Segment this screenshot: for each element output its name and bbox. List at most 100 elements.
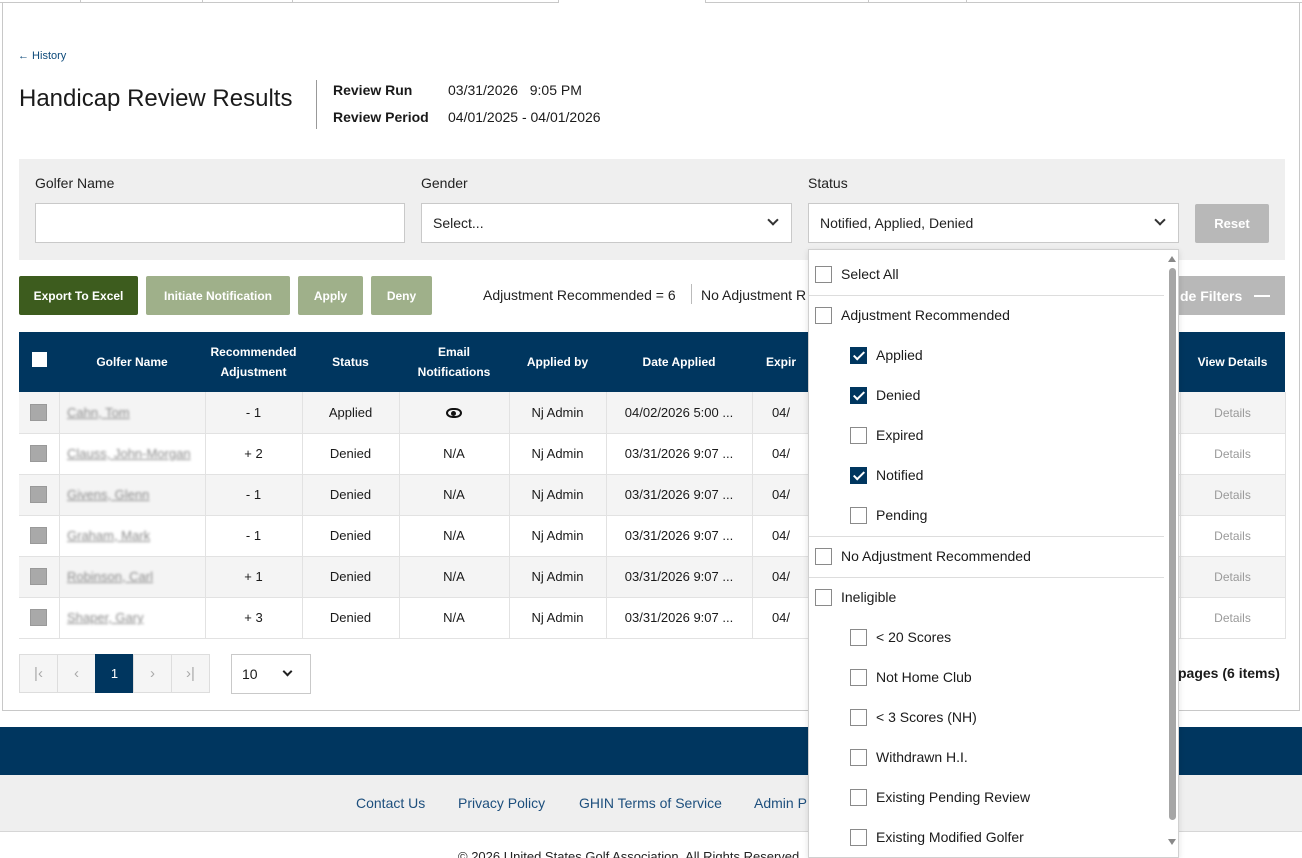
scrollbar-thumb[interactable] xyxy=(1169,268,1176,820)
golfer-name-cell[interactable]: Clauss, John-Morgan xyxy=(59,433,206,475)
export-excel-button[interactable]: Export To Excel xyxy=(19,276,138,315)
status-option[interactable]: Adjustment Recommended xyxy=(809,295,1164,335)
select-all-checkbox[interactable] xyxy=(31,351,47,367)
row-select-cell[interactable] xyxy=(19,433,60,475)
golfer-name-cell[interactable]: Robinson, Carl xyxy=(59,556,206,598)
details-cell[interactable]: Details xyxy=(1180,556,1286,598)
option-checkbox[interactable] xyxy=(850,466,867,484)
golfer-name-link[interactable]: Cahn, Tom xyxy=(67,405,197,420)
status-option[interactable]: Existing Modified Golfer xyxy=(809,817,1164,857)
option-checkbox[interactable] xyxy=(850,708,867,726)
details-link[interactable]: Details xyxy=(1214,529,1251,543)
status-option[interactable]: Denied xyxy=(809,375,1164,415)
option-checkbox[interactable] xyxy=(850,828,867,846)
option-checkbox[interactable] xyxy=(850,346,867,364)
option-checkbox[interactable] xyxy=(850,748,867,766)
footer-link-admin[interactable]: Admin P xyxy=(754,795,807,811)
row-checkbox[interactable] xyxy=(30,527,48,545)
option-checkbox[interactable] xyxy=(850,628,867,646)
select-all-header[interactable] xyxy=(19,332,59,392)
golfer-name-link[interactable]: Robinson, Carl xyxy=(67,569,197,584)
golfer-name-cell[interactable]: Cahn, Tom xyxy=(59,392,206,434)
golfer-name-link[interactable]: Shaper, Gary xyxy=(67,610,197,625)
golfer-name-link[interactable]: Givens, Glenn xyxy=(67,487,197,502)
per-page-select[interactable]: 10 xyxy=(231,654,311,694)
header-date-applied[interactable]: Date Applied xyxy=(606,332,752,392)
header-status[interactable]: Status xyxy=(302,332,399,392)
row-checkbox[interactable] xyxy=(30,445,48,463)
status-option[interactable]: < 3 Scores (NH) xyxy=(809,697,1164,737)
footer-link-privacy[interactable]: Privacy Policy xyxy=(458,795,545,811)
scroll-up-icon[interactable] xyxy=(1168,256,1176,262)
details-cell[interactable]: Details xyxy=(1180,515,1286,557)
initiate-notification-button[interactable]: Initiate Notification xyxy=(146,276,290,315)
status-option[interactable]: Select All xyxy=(809,254,1164,294)
option-checkbox[interactable] xyxy=(850,426,867,444)
status-option[interactable]: < 20 Scores xyxy=(809,617,1164,657)
option-checkbox[interactable] xyxy=(850,506,867,524)
option-checkbox[interactable] xyxy=(815,265,832,283)
row-select-cell[interactable] xyxy=(19,392,60,434)
row-select-cell[interactable] xyxy=(19,474,60,516)
details-link[interactable]: Details xyxy=(1214,406,1251,420)
status-option[interactable]: Ineligible xyxy=(809,577,1164,617)
last-page-button[interactable]: ›| xyxy=(171,654,210,693)
email-cell[interactable] xyxy=(399,392,510,434)
first-page-button[interactable]: |‹ xyxy=(19,654,58,693)
details-cell[interactable]: Details xyxy=(1180,392,1286,434)
row-checkbox[interactable] xyxy=(30,609,48,627)
row-checkbox[interactable] xyxy=(30,403,48,421)
details-link[interactable]: Details xyxy=(1214,488,1251,502)
row-select-cell[interactable] xyxy=(19,515,60,557)
option-checkbox[interactable] xyxy=(850,668,867,686)
footer-link-contact[interactable]: Contact Us xyxy=(356,795,425,811)
footer-link-terms[interactable]: GHIN Terms of Service xyxy=(579,795,722,811)
golfer-name-input[interactable] xyxy=(35,203,405,243)
row-checkbox[interactable] xyxy=(30,486,48,504)
golfer-name-cell[interactable]: Givens, Glenn xyxy=(59,474,206,516)
option-checkbox[interactable] xyxy=(850,386,867,404)
eye-icon[interactable] xyxy=(446,408,462,419)
reset-button[interactable]: Reset xyxy=(1195,204,1269,243)
details-cell[interactable]: Details xyxy=(1180,597,1286,639)
deny-button[interactable]: Deny xyxy=(371,276,432,315)
details-link[interactable]: Details xyxy=(1214,570,1251,584)
gender-select[interactable]: Select... xyxy=(421,203,792,243)
option-checkbox[interactable] xyxy=(815,588,832,606)
header-recommended-adjustment[interactable]: Recommended Adjustment xyxy=(205,332,302,392)
dropdown-scrollbar[interactable] xyxy=(1166,250,1178,857)
option-checkbox[interactable] xyxy=(850,788,867,806)
status-option[interactable]: Expired xyxy=(809,415,1164,455)
status-option[interactable]: Notified xyxy=(809,455,1164,495)
next-page-button[interactable]: › xyxy=(133,654,172,693)
row-checkbox[interactable] xyxy=(30,568,48,586)
golfer-name-link[interactable]: Clauss, John-Morgan xyxy=(67,446,197,461)
apply-button[interactable]: Apply xyxy=(298,276,363,315)
page-button-current[interactable]: 1 xyxy=(95,654,134,693)
status-option[interactable]: Applied xyxy=(809,335,1164,375)
header-applied-by[interactable]: Applied by xyxy=(509,332,606,392)
status-option[interactable]: Not Home Club xyxy=(809,657,1164,697)
details-cell[interactable]: Details xyxy=(1180,474,1286,516)
status-option[interactable]: Withdrawn H.I. xyxy=(809,737,1164,777)
details-link[interactable]: Details xyxy=(1214,447,1251,461)
row-select-cell[interactable] xyxy=(19,597,60,639)
option-checkbox[interactable] xyxy=(815,547,832,565)
header-email-notifications[interactable]: Email Notifications xyxy=(399,332,509,392)
golfer-name-cell[interactable]: Graham, Mark xyxy=(59,515,206,557)
golfer-name-link[interactable]: Graham, Mark xyxy=(67,528,197,543)
status-select[interactable]: Notified, Applied, Denied xyxy=(808,203,1179,243)
status-option[interactable]: Pending xyxy=(809,495,1164,535)
header-golfer-name[interactable]: Golfer Name xyxy=(59,332,205,392)
option-checkbox[interactable] xyxy=(815,306,832,324)
header-expires[interactable]: Expir xyxy=(752,332,810,392)
golfer-name-cell[interactable]: Shaper, Gary xyxy=(59,597,206,639)
prev-page-button[interactable]: ‹ xyxy=(57,654,96,693)
details-cell[interactable]: Details xyxy=(1180,433,1286,475)
status-option[interactable]: No Adjustment Recommended xyxy=(809,536,1164,576)
scroll-down-icon[interactable] xyxy=(1168,839,1176,845)
status-option[interactable]: Existing Pending Review xyxy=(809,777,1164,817)
history-back-link[interactable]: ← History xyxy=(18,50,66,62)
details-link[interactable]: Details xyxy=(1214,611,1251,625)
row-select-cell[interactable] xyxy=(19,556,60,598)
